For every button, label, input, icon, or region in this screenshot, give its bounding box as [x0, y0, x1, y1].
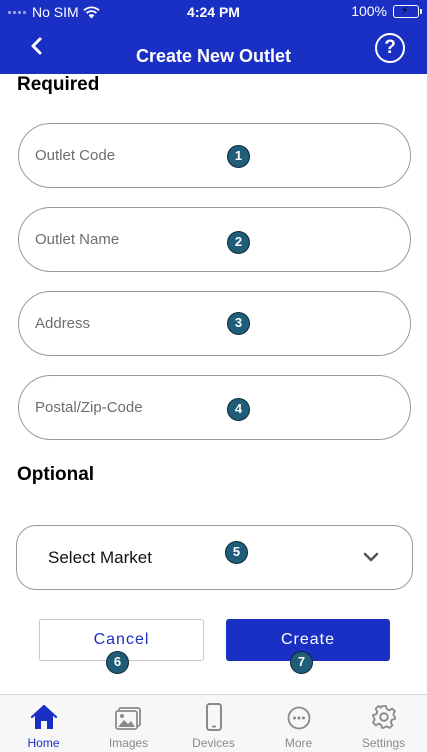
- tab-label: Settings: [361, 736, 406, 750]
- tab-settings[interactable]: Settings: [341, 695, 426, 752]
- charging-bolt-icon: ⚡: [401, 4, 409, 17]
- tab-more[interactable]: More: [256, 695, 341, 752]
- create-outlet-screen: No SIM 4:24 PM 100% ⚡ Create New Outlet …: [0, 0, 427, 752]
- step-badge: 2: [227, 231, 250, 254]
- tab-label: Home: [27, 736, 60, 750]
- tab-label: Devices: [192, 736, 235, 750]
- header-bar: No SIM 4:24 PM 100% ⚡ Create New Outlet …: [0, 0, 427, 74]
- home-icon: [30, 704, 58, 729]
- page-title: Create New Outlet: [135, 46, 292, 66]
- outlet-name-input[interactable]: [35, 208, 335, 271]
- tab-label: More: [284, 736, 313, 750]
- more-icon: [287, 706, 311, 730]
- outlet-code-input[interactable]: [35, 124, 335, 187]
- step-badge: 7: [290, 651, 313, 674]
- gear-icon: [372, 705, 396, 729]
- battery-icon: ⚡: [393, 4, 422, 18]
- address-input[interactable]: [35, 292, 335, 355]
- step-badge: 6: [106, 651, 129, 674]
- help-button[interactable]: ?: [375, 33, 405, 63]
- status-bar: No SIM 4:24 PM 100% ⚡: [0, 0, 427, 24]
- optional-heading: Optional: [17, 464, 95, 485]
- tab-home[interactable]: Home: [1, 695, 86, 752]
- tab-devices[interactable]: Devices: [171, 695, 256, 752]
- market-select-label: Select Market: [48, 548, 152, 567]
- outlet-name-field[interactable]: [18, 207, 411, 272]
- postal-code-field[interactable]: [18, 375, 411, 440]
- required-heading: Required: [17, 74, 100, 95]
- bottom-tab-bar: Home Images Devices More Settings: [0, 694, 427, 752]
- step-badge: 4: [227, 398, 250, 421]
- chevron-down-icon: [363, 552, 379, 562]
- battery-percent: 100%: [351, 3, 387, 19]
- market-select[interactable]: Select Market: [16, 525, 413, 590]
- images-icon: [115, 707, 141, 730]
- status-right: 100% ⚡: [351, 3, 422, 19]
- tab-label: Images: [108, 736, 149, 750]
- tab-images[interactable]: Images: [86, 695, 171, 752]
- step-badge: 3: [227, 312, 250, 335]
- step-badge: 5: [225, 541, 248, 564]
- postal-code-input[interactable]: [35, 376, 335, 439]
- device-icon: [206, 703, 222, 731]
- question-circle-icon: ?: [384, 37, 396, 58]
- outlet-code-field[interactable]: [18, 123, 411, 188]
- step-badge: 1: [227, 145, 250, 168]
- address-field[interactable]: [18, 291, 411, 356]
